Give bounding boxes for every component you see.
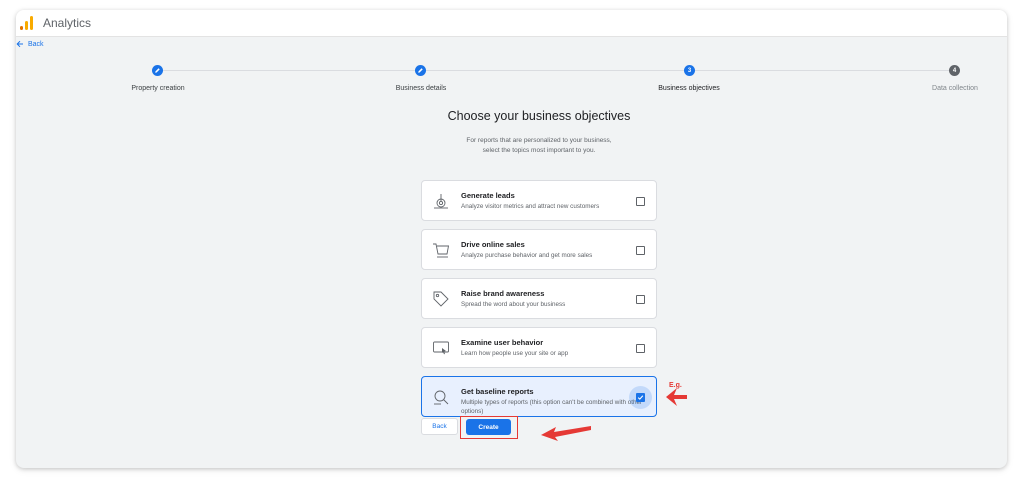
option-checkbox[interactable] xyxy=(636,393,645,402)
step-2-dot xyxy=(415,65,426,76)
step-2-label: Business details xyxy=(395,85,447,92)
objective-option-get-baseline-reports[interactable]: Get baseline reports Multiple types of r… xyxy=(421,376,657,417)
objective-option-examine-user-behavior[interactable]: Examine user behavior Learn how people u… xyxy=(421,327,657,368)
step-4-label: Data collection xyxy=(932,85,978,92)
option-title: Get baseline reports xyxy=(461,387,534,396)
option-description: Spread the word about your business xyxy=(461,301,566,308)
option-title: Drive online sales xyxy=(461,240,525,249)
subtext-line-1: For reports that are personalized to you… xyxy=(466,137,612,144)
annotation-arrow-left-icon xyxy=(541,426,591,441)
objective-option-drive-online-sales[interactable]: Drive online sales Analyze purchase beha… xyxy=(421,229,657,270)
pencil-icon xyxy=(155,68,160,73)
analytics-logo-icon xyxy=(20,16,34,30)
annotation-label: E.g. xyxy=(669,382,682,389)
step-1-dot xyxy=(152,65,163,76)
annotation-arrow-left-icon xyxy=(666,388,687,406)
cart-icon xyxy=(433,243,450,258)
option-checkbox[interactable] xyxy=(636,197,645,206)
option-title: Examine user behavior xyxy=(461,338,544,347)
create-button[interactable]: Create xyxy=(466,419,511,435)
option-description: Learn how people use your site or app xyxy=(461,350,569,357)
leads-icon xyxy=(434,194,448,209)
page-subtext: For reports that are personalized to you… xyxy=(0,136,1024,156)
monitor-icon xyxy=(433,341,449,355)
app-title: Analytics xyxy=(43,16,92,30)
step-connector xyxy=(426,70,684,71)
back-button[interactable]: Back xyxy=(421,418,458,435)
step-3-dot: 3 xyxy=(684,65,695,76)
step-connector xyxy=(163,70,415,71)
checkmark-icon xyxy=(637,395,644,400)
back-link[interactable]: Back xyxy=(16,40,44,48)
objective-option-generate-leads[interactable]: Generate leads Analyze visitor metrics a… xyxy=(421,180,657,221)
option-description: Multiple types of reports (this option c… xyxy=(461,399,643,415)
step-4-dot: 4 xyxy=(949,65,960,76)
pencil-icon xyxy=(418,68,423,73)
tag-icon xyxy=(433,291,449,307)
objective-option-raise-brand-awareness[interactable]: Raise brand awareness Spread the word ab… xyxy=(421,278,657,319)
option-description: Analyze visitor metrics and attract new … xyxy=(461,203,600,210)
step-3-label: Business objectives xyxy=(658,85,720,92)
magnifier-icon xyxy=(434,390,449,405)
top-bar: Analytics xyxy=(16,10,1007,37)
back-link-label: Back xyxy=(28,40,44,48)
option-checkbox[interactable] xyxy=(636,246,645,255)
step-connector xyxy=(695,70,949,71)
progress-stepper: Property creation Business details 3 Bus… xyxy=(16,65,1007,105)
subtext-line-2: select the topics most important to you. xyxy=(482,147,596,154)
option-title: Raise brand awareness xyxy=(461,289,545,298)
option-checkbox[interactable] xyxy=(636,295,645,304)
page-heading: Choose your business objectives xyxy=(447,109,631,123)
step-1-label: Property creation xyxy=(131,85,185,92)
arrow-left-icon xyxy=(16,40,23,48)
option-title: Generate leads xyxy=(461,191,515,200)
option-description: Analyze purchase behavior and get more s… xyxy=(461,252,593,259)
option-checkbox[interactable] xyxy=(636,344,645,353)
